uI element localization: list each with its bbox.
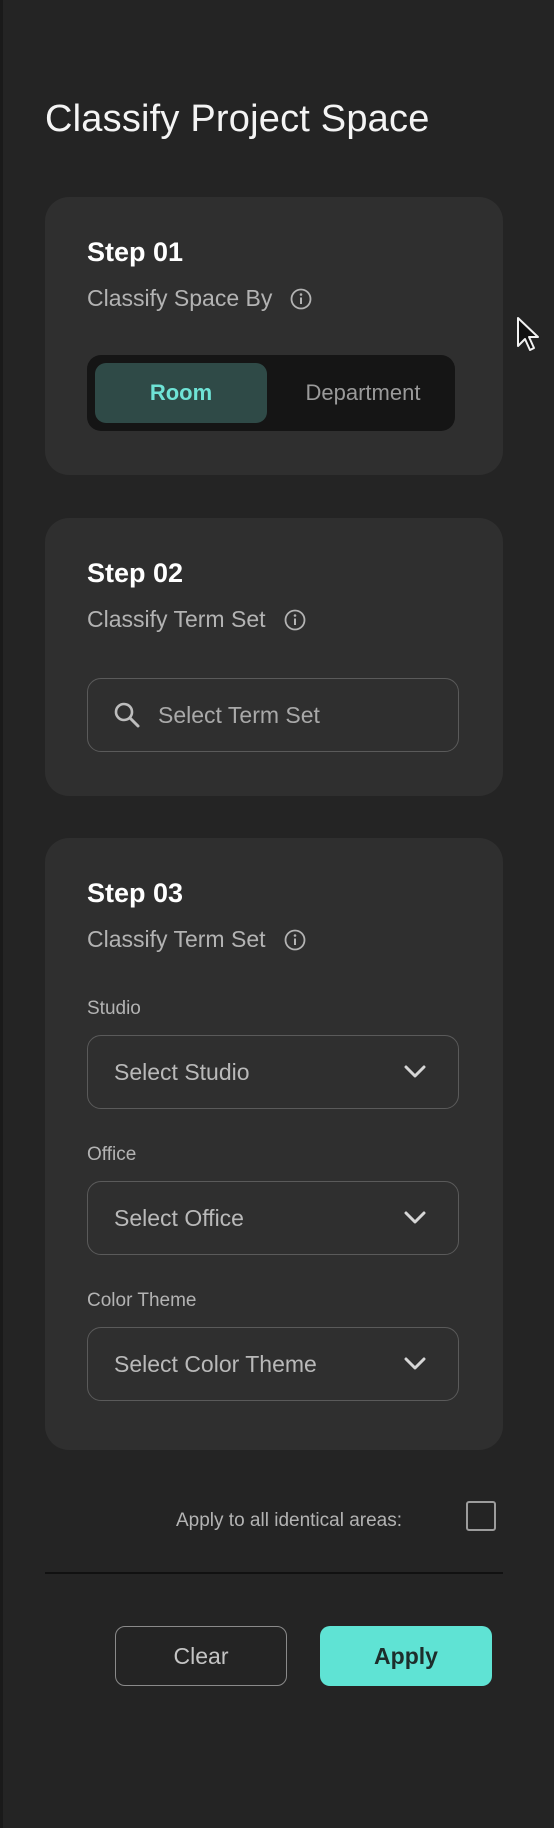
term-set-search[interactable] [87,678,459,752]
step-03-subtitle: Classify Term Set [87,926,306,953]
color-theme-label: Color Theme [87,1290,197,1311]
studio-select[interactable]: Select Studio [87,1035,459,1109]
search-icon [112,700,142,730]
info-icon[interactable] [284,929,306,951]
step-02-subtitle: Classify Term Set [87,606,306,633]
color-theme-select[interactable]: Select Color Theme [87,1327,459,1401]
office-select[interactable]: Select Office [87,1181,459,1255]
office-select-value: Select Office [114,1204,244,1231]
step-01-subtitle: Classify Space By [87,285,312,312]
chevron-down-icon [404,1211,426,1225]
step-02-subtitle-text: Classify Term Set [87,606,266,632]
step-02-title: Step 02 [87,558,184,588]
divider [45,1572,503,1574]
panel-edge [0,0,3,1828]
mouse-cursor-icon [516,316,540,354]
apply-all-label: Apply to all identical areas: [176,1510,403,1531]
apply-all-checkbox[interactable] [466,1501,496,1531]
chevron-down-icon [404,1065,426,1079]
office-label: Office [87,1144,137,1165]
studio-label: Studio [87,998,141,1019]
step-01-card: Step 01 Classify Space By Room Departmen… [45,197,503,475]
step-03-title: Step 03 [87,878,184,908]
step-03-card: Step 03 Classify Term Set Studio Select … [45,838,503,1450]
chevron-down-icon [404,1357,426,1371]
color-theme-select-value: Select Color Theme [114,1350,317,1377]
apply-button[interactable]: Apply [320,1626,492,1686]
step-01-title: Step 01 [87,237,184,267]
clear-button[interactable]: Clear [115,1626,287,1686]
segment-department[interactable]: Department [279,363,447,423]
studio-select-value: Select Studio [114,1058,250,1085]
step-03-subtitle-text: Classify Term Set [87,926,266,952]
step-01-subtitle-text: Classify Space By [87,285,273,311]
info-icon[interactable] [290,288,312,310]
step-02-card: Step 02 Classify Term Set [45,518,503,796]
info-icon[interactable] [284,609,306,631]
term-set-search-input[interactable] [156,700,440,730]
classify-by-toggle: Room Department [87,355,455,431]
segment-room[interactable]: Room [95,363,267,423]
page-title: Classify Project Space [45,98,430,140]
classify-panel: Classify Project Space Step 01 Classify … [0,0,554,1828]
